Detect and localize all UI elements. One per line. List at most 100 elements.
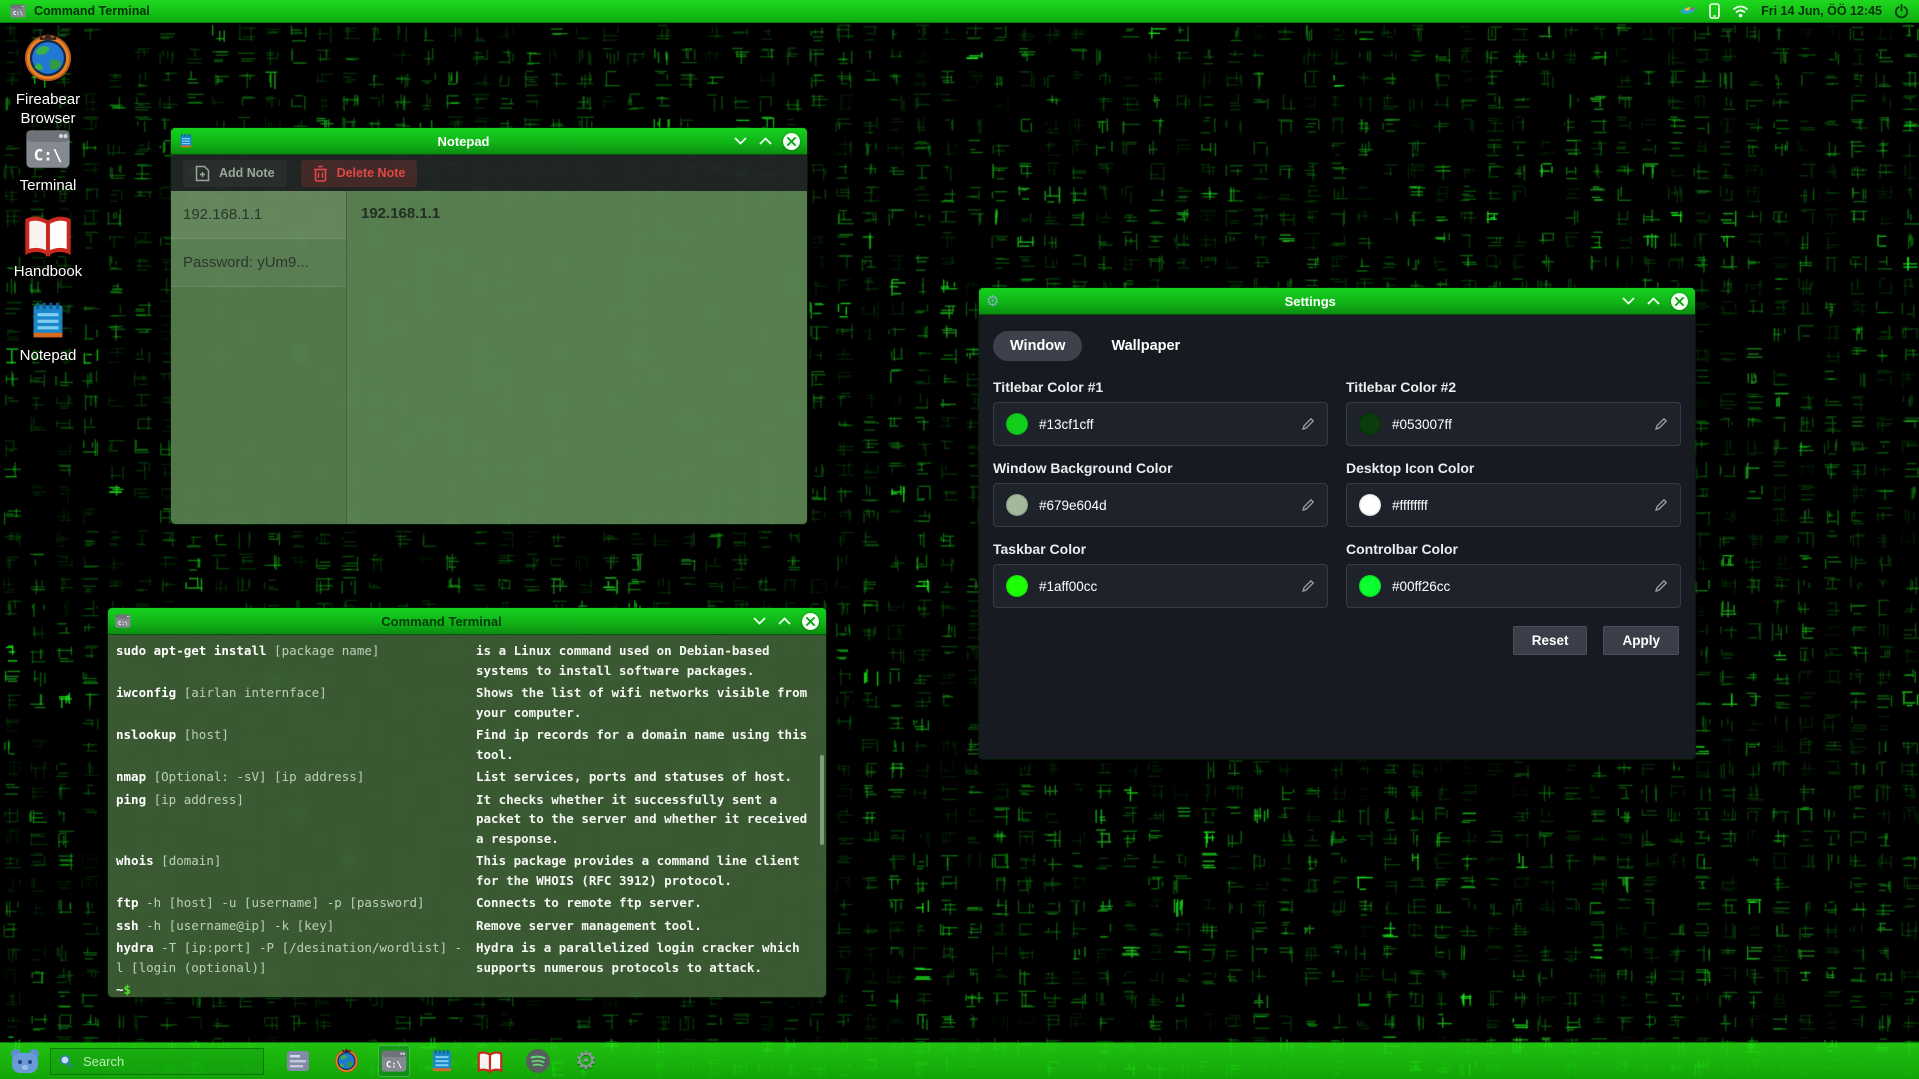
edit-pencil-icon[interactable] <box>1301 579 1315 593</box>
color-value-input[interactable]: #00ff26cc <box>1346 564 1681 608</box>
note-title: Password: yUm9... <box>183 254 309 271</box>
color-field-label: Desktop Icon Color <box>1346 460 1475 476</box>
add-note-label: Add Note <box>219 166 275 180</box>
settings-body: Window Wallpaper Titlebar Color #1 #13cf… <box>979 315 1695 759</box>
color-field-label: Controlbar Color <box>1346 541 1458 557</box>
taskbar-item-notepad[interactable] <box>426 1045 458 1077</box>
window-title: Settings <box>1284 293 1336 309</box>
note-title: 192.168.1.1 <box>183 206 263 223</box>
maximize-chevron-up-icon[interactable] <box>1646 294 1661 309</box>
color-swatch[interactable] <box>1006 413 1028 435</box>
desktop-icon-label: Notepad <box>19 347 77 364</box>
notepad-icon <box>178 133 194 149</box>
settings-titlebar[interactable]: ⚙ Settings <box>979 288 1695 315</box>
desktop-icon-label: Fireabear Browser <box>15 91 81 127</box>
minimize-chevron-down-icon[interactable] <box>752 614 767 629</box>
maximize-chevron-up-icon[interactable] <box>758 134 773 149</box>
minimize-chevron-down-icon[interactable] <box>733 134 748 149</box>
trash-icon <box>313 165 328 182</box>
terminal-entry: ssh -h [username@ip] -k [key] Remove ser… <box>116 916 816 936</box>
note-content-text: 192.168.1.1 <box>361 205 441 222</box>
swallow-icon[interactable] <box>1679 4 1697 18</box>
color-field-label: Titlebar Color #1 <box>993 379 1104 395</box>
edit-pencil-icon[interactable] <box>1301 417 1315 431</box>
edit-pencil-icon[interactable] <box>1301 498 1315 512</box>
terminal-titlebar[interactable]: Command Terminal <box>108 608 826 635</box>
terminal-scrollbar[interactable] <box>820 755 824 845</box>
close-icon[interactable] <box>783 132 800 150</box>
search-input[interactable] <box>81 1052 225 1070</box>
notepad-titlebar[interactable]: Notepad <box>171 128 807 155</box>
color-swatch[interactable] <box>1006 575 1028 597</box>
add-note-icon <box>195 165 210 182</box>
color-hex-value: #00ff26cc <box>1392 578 1451 594</box>
power-icon[interactable] <box>1894 3 1909 19</box>
notes-list: 192.168.1.1 Password: yUm9... <box>171 191 347 524</box>
desktop-icon-label: Handbook <box>13 263 83 280</box>
close-icon[interactable] <box>1671 292 1688 310</box>
note-list-item[interactable]: Password: yUm9... <box>171 239 346 287</box>
terminal-description: This package provides a command line cli… <box>476 853 800 888</box>
edit-pencil-icon[interactable] <box>1654 498 1668 512</box>
reset-button[interactable]: Reset <box>1512 626 1588 655</box>
terminal-command: ping [ip address] <box>116 791 244 807</box>
desktop-icon-handbook[interactable]: Handbook <box>0 212 96 282</box>
gear-icon: ⚙ <box>574 1046 598 1075</box>
fireabear-browser-icon <box>21 30 75 86</box>
taskbar-search[interactable] <box>50 1047 264 1075</box>
color-field: Window Background Color #679e604d <box>993 456 1328 527</box>
terminal-entry: nmap [Optional: -sV] [ip address] List s… <box>116 767 816 787</box>
close-icon[interactable] <box>802 612 819 630</box>
clock[interactable]: Fri 14 Jun, ÖÖ 12:45 <box>1761 4 1882 18</box>
color-value-input[interactable]: #1aff00cc <box>993 564 1328 608</box>
taskbar-item-spotify[interactable] <box>522 1045 554 1077</box>
color-swatch[interactable] <box>1359 494 1381 516</box>
taskbar-item-settings[interactable]: ⚙ <box>570 1045 602 1077</box>
color-hex-value: #ffffffff <box>1392 497 1428 513</box>
color-swatch[interactable] <box>1359 575 1381 597</box>
settings-tab[interactable]: Window <box>993 331 1083 361</box>
notepad-icon <box>429 1048 455 1074</box>
color-swatch[interactable] <box>1359 413 1381 435</box>
taskbar-item-handbook[interactable] <box>474 1045 506 1077</box>
wifi-icon[interactable] <box>1732 5 1749 18</box>
add-note-button[interactable]: Add Note <box>183 159 287 187</box>
taskbar-item-file-manager[interactable] <box>282 1045 314 1077</box>
file-manager-icon <box>285 1048 311 1074</box>
terminal-command: ftp -h [host] -u [username] -p [password… <box>116 895 425 910</box>
color-value-input[interactable]: #053007ff <box>1346 402 1681 446</box>
start-button-bear-icon[interactable] <box>6 1046 44 1076</box>
color-value-input[interactable]: #ffffffff <box>1346 483 1681 527</box>
apply-button[interactable]: Apply <box>1603 626 1679 655</box>
color-value-input[interactable]: #13cf1cff <box>993 402 1328 446</box>
color-field-label: Taskbar Color <box>993 541 1087 557</box>
terminal-output[interactable]: sudo apt-get install [package name] is a… <box>108 635 826 997</box>
taskbar: ⚙ <box>0 1042 1919 1079</box>
note-list-item[interactable]: 192.168.1.1 <box>171 191 346 239</box>
desktop-icon-terminal[interactable]: Terminal <box>0 126 96 196</box>
terminal-entry: hydra -T [ip:port] -P [/desination/wordl… <box>116 938 816 977</box>
desktop-icon-notepad[interactable]: Notepad <box>0 300 96 366</box>
taskbar-item-terminal-active[interactable] <box>378 1045 410 1077</box>
terminal-icon <box>115 613 131 629</box>
minimize-chevron-down-icon[interactable] <box>1621 294 1636 309</box>
edit-pencil-icon[interactable] <box>1654 417 1668 431</box>
maximize-chevron-up-icon[interactable] <box>777 614 792 629</box>
note-content-pane[interactable]: 192.168.1.1 <box>347 191 807 524</box>
settings-actions: Reset Apply <box>993 626 1681 655</box>
terminal-prompt[interactable]: ~$ <box>116 980 816 997</box>
desktop-icon-fireabear-browser[interactable]: Fireabear Browser <box>0 30 96 129</box>
color-fields-grid: Titlebar Color #1 #13cf1cff Titlebar Col… <box>993 375 1681 608</box>
terminal-entry: whois [domain] This package provides a c… <box>116 851 816 890</box>
phone-icon[interactable] <box>1709 3 1720 19</box>
edit-pencil-icon[interactable] <box>1654 579 1668 593</box>
settings-tab[interactable]: Wallpaper <box>1094 331 1197 361</box>
color-field: Taskbar Color #1aff00cc <box>993 537 1328 608</box>
notepad-body: 192.168.1.1 Password: yUm9... 192.168.1.… <box>171 191 807 524</box>
desktop-icon-label: Terminal <box>19 177 77 194</box>
color-swatch[interactable] <box>1006 494 1028 516</box>
taskbar-item-fireabear-browser[interactable] <box>330 1045 362 1077</box>
color-hex-value: #679e604d <box>1039 497 1107 513</box>
delete-note-button[interactable]: Delete Note <box>300 159 418 187</box>
color-value-input[interactable]: #679e604d <box>993 483 1328 527</box>
